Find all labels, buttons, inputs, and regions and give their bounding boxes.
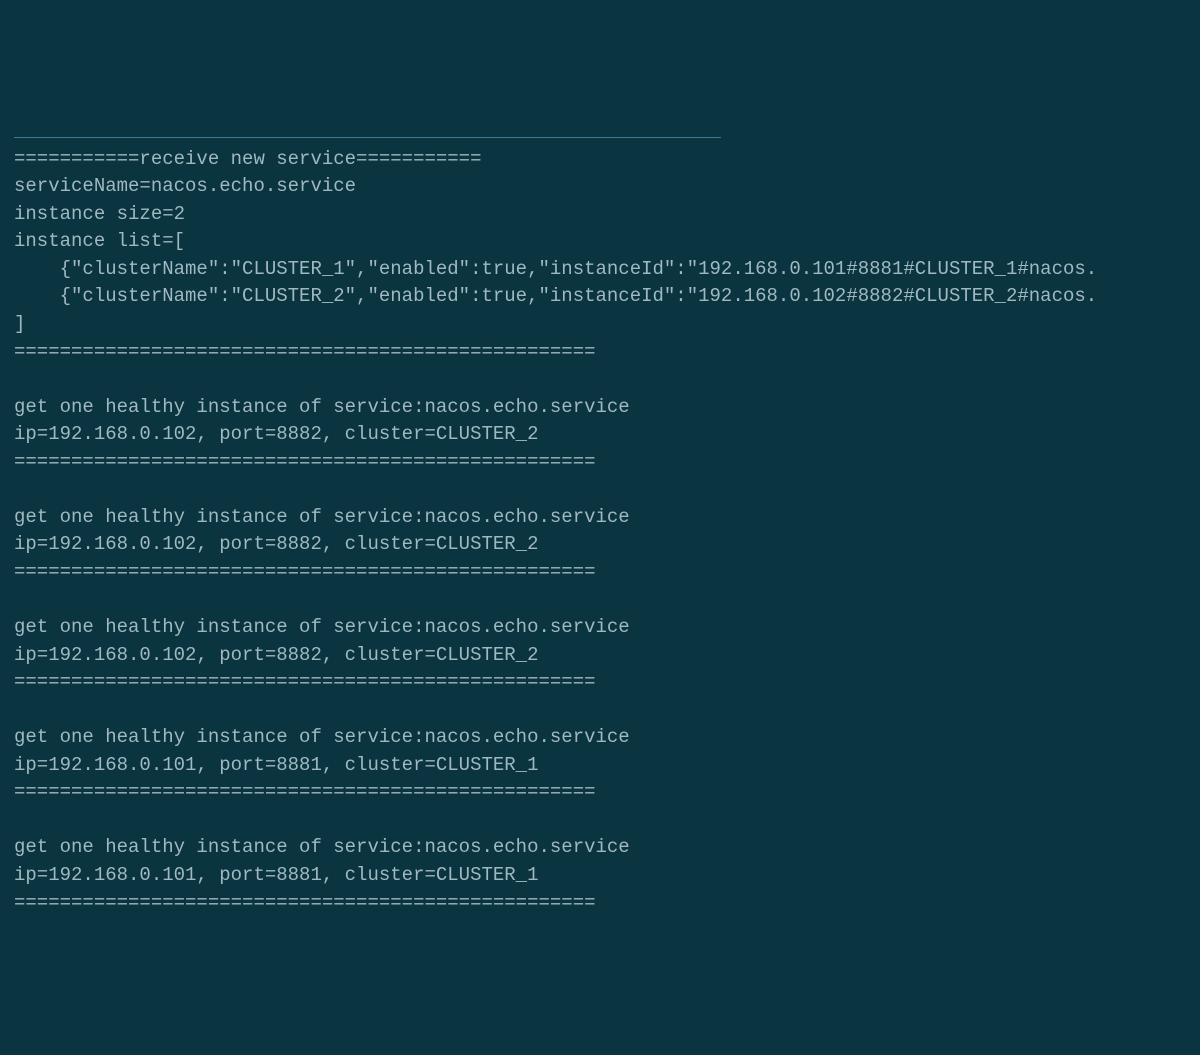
query-title: get one healthy instance of service:naco… [14, 504, 1186, 532]
divider: ========================================… [14, 890, 1186, 918]
query-title: get one healthy instance of service:naco… [14, 724, 1186, 752]
terminal-link-partial [14, 118, 1186, 146]
divider: ========================================… [14, 559, 1186, 587]
divider: ========================================… [14, 779, 1186, 807]
query-title: get one healthy instance of service:naco… [14, 834, 1186, 862]
blank [14, 807, 1186, 835]
query-detail: ip=192.168.0.102, port=8882, cluster=CLU… [14, 531, 1186, 559]
query-detail: ip=192.168.0.102, port=8882, cluster=CLU… [14, 421, 1186, 449]
blank [14, 697, 1186, 725]
receive-header: ===========receive new service==========… [14, 146, 1186, 174]
instance-2: {"clusterName":"CLUSTER_2","enabled":tru… [14, 283, 1186, 311]
query-title: get one healthy instance of service:naco… [14, 394, 1186, 422]
service-name: serviceName=nacos.echo.service [14, 173, 1186, 201]
divider: ========================================… [14, 339, 1186, 367]
divider: ========================================… [14, 449, 1186, 477]
query-detail: ip=192.168.0.102, port=8882, cluster=CLU… [14, 642, 1186, 670]
blank [14, 366, 1186, 394]
instance-list-open: instance list=[ [14, 228, 1186, 256]
instance-list-close: ] [14, 311, 1186, 339]
instance-1: {"clusterName":"CLUSTER_1","enabled":tru… [14, 256, 1186, 284]
blank [14, 476, 1186, 504]
blank [14, 586, 1186, 614]
instance-size: instance size=2 [14, 201, 1186, 229]
query-detail: ip=192.168.0.101, port=8881, cluster=CLU… [14, 752, 1186, 780]
divider: ========================================… [14, 669, 1186, 697]
query-title: get one healthy instance of service:naco… [14, 614, 1186, 642]
query-detail: ip=192.168.0.101, port=8881, cluster=CLU… [14, 862, 1186, 890]
